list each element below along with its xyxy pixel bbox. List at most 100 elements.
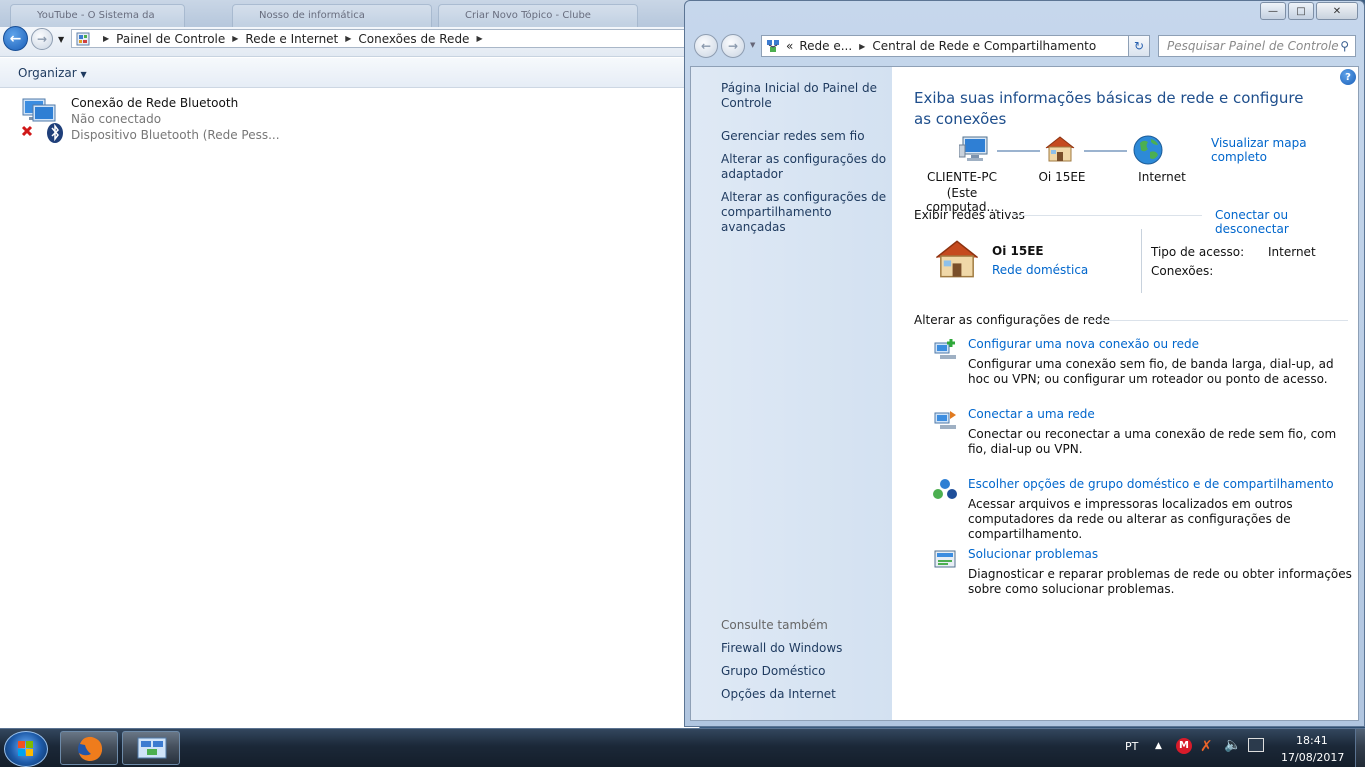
computer-icon bbox=[959, 136, 988, 161]
browser-tab[interactable]: Criar Novo Tópico - Clube bbox=[438, 4, 638, 27]
network-center-taskbar-button[interactable] bbox=[122, 731, 180, 765]
forward-button[interactable]: → bbox=[721, 34, 745, 58]
back-button[interactable]: ← bbox=[694, 34, 718, 58]
connection-name: Conexão de Rede Bluetooth bbox=[71, 96, 239, 110]
active-networks-heading: Exibir redes ativas bbox=[914, 208, 1025, 222]
main-pane: ? Exiba suas informações básicas de rede… bbox=[892, 67, 1358, 720]
breadcrumb-separator: ▶ bbox=[859, 41, 866, 51]
breadcrumb-item[interactable]: Painel de Controle bbox=[116, 32, 225, 46]
task-title-link[interactable]: Escolher opções de grupo doméstico e de … bbox=[968, 477, 1334, 491]
navigation-bar: ← → ▼ « Rede e... ▶ Central de Rede e Co… bbox=[691, 31, 1356, 61]
network-type-link[interactable]: Rede doméstica bbox=[992, 263, 1088, 277]
node-internet-name: Internet bbox=[1138, 170, 1186, 184]
access-type-label: Tipo de acesso: bbox=[1151, 245, 1245, 259]
control-panel-home-link[interactable]: Página Inicial do Painel de Controle bbox=[721, 81, 889, 111]
task-description: Diagnosticar e reparar problemas de rede… bbox=[968, 567, 1352, 596]
browser-tab[interactable]: Nosso de informática bbox=[232, 4, 432, 27]
search-placeholder: Pesquisar Painel de Controle bbox=[1167, 39, 1339, 53]
breadcrumb-item[interactable]: Rede e Internet bbox=[245, 32, 338, 46]
page-title: Exiba suas informações básicas de rede e… bbox=[914, 89, 1304, 128]
advanced-sharing-link[interactable]: Alterar as configurações de compartilham… bbox=[721, 190, 889, 235]
firefox-taskbar-button[interactable] bbox=[60, 731, 118, 765]
clock-date[interactable]: 17/08/2017 bbox=[1281, 751, 1344, 764]
connection-status: Não conectado bbox=[71, 112, 162, 126]
breadcrumb-separator: ▶ bbox=[232, 34, 239, 43]
help-icon[interactable]: ? bbox=[1340, 69, 1356, 85]
view-full-map-link[interactable]: Visualizar mapa completo bbox=[1211, 136, 1358, 164]
left-pane: Página Inicial do Painel de Controle Ger… bbox=[691, 67, 892, 720]
clock-time[interactable]: 18:41 bbox=[1296, 734, 1328, 747]
divider bbox=[1012, 215, 1202, 216]
windows-logo-icon bbox=[18, 741, 33, 756]
firefox-icon bbox=[78, 736, 103, 761]
show-hidden-icons-icon[interactable]: ▲ bbox=[1155, 741, 1162, 751]
change-settings-heading: Alterar as configurações de rede bbox=[914, 313, 1110, 327]
adapter-settings-link[interactable]: Alterar as configurações do adaptador bbox=[721, 152, 889, 182]
network-adapter-icon bbox=[21, 98, 63, 143]
browser-tab[interactable]: YouTube - O Sistema da bbox=[10, 4, 185, 27]
search-icon[interactable]: ⚲ bbox=[1340, 39, 1349, 53]
address-bar[interactable]: « Rede e... ▶ Central de Rede e Comparti… bbox=[761, 35, 1148, 57]
connect-disconnect-link[interactable]: Conectar ou desconectar bbox=[1215, 208, 1358, 236]
new-connection-icon bbox=[934, 339, 956, 359]
divider bbox=[1141, 229, 1142, 293]
taskbar: PT ▲ M ✗ 🔈 18:41 17/08/2017 bbox=[0, 728, 1365, 767]
breadcrumb-separator: ▶ bbox=[345, 34, 352, 43]
task-title-link[interactable]: Solucionar problemas bbox=[968, 547, 1098, 561]
language-indicator[interactable]: PT bbox=[1125, 740, 1138, 753]
antivirus-icon[interactable]: M bbox=[1176, 738, 1192, 754]
home-network-icon bbox=[1045, 136, 1075, 162]
task-title-link[interactable]: Configurar uma nova conexão ou rede bbox=[968, 337, 1199, 351]
divider bbox=[1090, 320, 1348, 321]
back-button[interactable]: ← bbox=[3, 26, 28, 51]
network-center-icon bbox=[767, 40, 779, 52]
see-also-heading: Consulte também bbox=[721, 618, 828, 632]
connect-network-icon bbox=[934, 411, 956, 429]
internet-options-link[interactable]: Opções da Internet bbox=[721, 687, 889, 702]
refresh-button[interactable]: ↻ bbox=[1128, 35, 1150, 57]
network-connection-item[interactable]: Conexão de Rede Bluetooth Não conectado … bbox=[14, 95, 414, 147]
show-desktop-button[interactable] bbox=[1355, 729, 1365, 767]
network-sharing-center-window[interactable]: — □ ✕ ← → ▼ « Rede e... ▶ Central de Red… bbox=[684, 0, 1365, 727]
maximize-button[interactable]: □ bbox=[1288, 2, 1314, 20]
node-network-name: Oi 15EE bbox=[1038, 170, 1086, 184]
breadcrumb-separator: ▶ bbox=[476, 34, 483, 43]
organize-label: Organizar bbox=[18, 66, 77, 80]
tools-tray-icon[interactable]: ✗ bbox=[1200, 737, 1213, 755]
forward-button[interactable]: → bbox=[31, 28, 53, 50]
breadcrumb-item[interactable]: Conexões de Rede bbox=[358, 32, 469, 46]
manage-wireless-link[interactable]: Gerenciar redes sem fio bbox=[721, 129, 889, 144]
task-title-link[interactable]: Conectar a uma rede bbox=[968, 407, 1095, 421]
task-description: Acessar arquivos e impressoras localizad… bbox=[968, 497, 1293, 541]
firewall-link[interactable]: Firewall do Windows bbox=[721, 641, 889, 656]
homegroup-link[interactable]: Grupo Doméstico bbox=[721, 664, 889, 679]
content-area: Página Inicial do Painel de Controle Ger… bbox=[690, 66, 1359, 721]
task-description: Conectar ou reconectar a uma conexão de … bbox=[968, 427, 1337, 456]
volume-icon[interactable]: 🔈 bbox=[1224, 737, 1241, 753]
breadcrumb-separator: ▶ bbox=[103, 34, 110, 43]
active-network-name: Oi 15EE bbox=[992, 244, 1044, 258]
control-panel-icon bbox=[76, 32, 90, 45]
browser-tab-strip: YouTube - O Sistema da Nosso de informát… bbox=[0, 0, 700, 27]
home-network-icon bbox=[935, 240, 979, 278]
network-center-icon bbox=[137, 737, 167, 759]
map-connector bbox=[1084, 150, 1127, 152]
minimize-button[interactable]: — bbox=[1260, 2, 1286, 20]
organize-button[interactable]: Organizar ▼ bbox=[18, 66, 87, 80]
map-connector bbox=[997, 150, 1040, 152]
start-button[interactable] bbox=[4, 731, 48, 767]
breadcrumb-overflow[interactable]: « bbox=[786, 39, 793, 53]
troubleshoot-icon bbox=[934, 550, 956, 568]
homegroup-icon bbox=[933, 479, 957, 499]
recent-pages-icon[interactable]: ▼ bbox=[750, 41, 755, 49]
command-bar: Organizar ▼ bbox=[0, 58, 700, 88]
recent-pages-icon[interactable]: ▼ bbox=[58, 35, 64, 44]
close-button[interactable]: ✕ bbox=[1316, 2, 1358, 20]
network-tray-icon[interactable] bbox=[1248, 738, 1264, 752]
address-bar[interactable]: ▶ Painel de Controle ▶ Rede e Internet ▶… bbox=[71, 29, 701, 48]
breadcrumb-item[interactable]: Rede e... bbox=[799, 39, 852, 53]
search-input[interactable]: Pesquisar Painel de Controle ⚲ bbox=[1158, 35, 1356, 57]
network-connections-window[interactable]: YouTube - O Sistema da Nosso de informát… bbox=[0, 0, 701, 730]
internet-globe-icon bbox=[1133, 135, 1163, 165]
breadcrumb-item[interactable]: Central de Rede e Compartilhamento bbox=[872, 39, 1096, 53]
